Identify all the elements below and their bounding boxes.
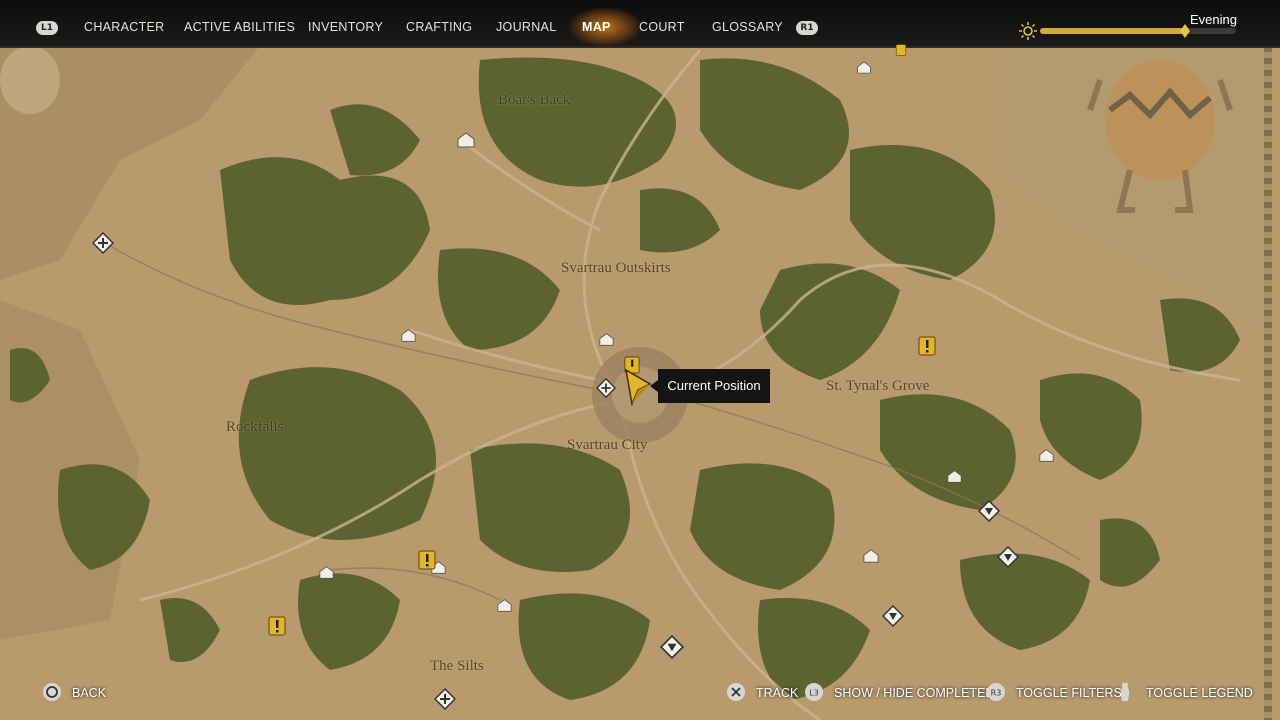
time-of-day-label: Evening — [1190, 12, 1237, 27]
tab-court[interactable]: COURT — [639, 20, 685, 34]
settlement-icon[interactable] — [400, 328, 417, 343]
time-of-day-bar — [1040, 28, 1236, 34]
svg-text:R3: R3 — [991, 689, 1002, 698]
point-of-interest-icon[interactable] — [92, 232, 114, 254]
settlement-icon[interactable] — [496, 598, 513, 613]
point-of-interest-icon[interactable] — [997, 546, 1019, 568]
r3-button-icon[interactable]: R3 — [986, 682, 1006, 702]
svg-text:L3: L3 — [809, 689, 819, 698]
sun-icon — [1019, 22, 1037, 40]
l3-button-icon[interactable]: L3 — [804, 682, 824, 702]
point-of-interest-icon[interactable] — [660, 635, 684, 659]
quest-marker-icon[interactable] — [418, 550, 436, 570]
quest-marker-icon[interactable] — [893, 44, 909, 56]
toggle-legend-hint[interactable]: TOGGLE LEGEND — [1146, 686, 1253, 700]
region-label-the-silts: The Silts — [430, 658, 484, 674]
time-of-day-fill — [1040, 28, 1186, 34]
quest-marker-icon[interactable] — [268, 616, 286, 636]
map-border-decoration — [1264, 46, 1272, 720]
back-hint[interactable]: BACK — [72, 686, 106, 700]
point-of-interest-icon[interactable] — [596, 378, 616, 398]
circle-button-icon[interactable] — [42, 682, 62, 702]
tab-glossary[interactable]: GLOSSARY — [712, 20, 783, 34]
region-label-svartrau-outskirts: Svartrau Outskirts — [561, 260, 671, 276]
point-of-interest-icon[interactable] — [978, 500, 1000, 522]
tab-journal[interactable]: JOURNAL — [496, 20, 556, 34]
settlement-icon[interactable] — [860, 548, 882, 564]
region-label-boars-back: Boar's Back — [498, 92, 571, 108]
region-label-svartrau-city: Svartrau City — [567, 437, 648, 453]
tab-crafting[interactable]: CRAFTING — [406, 20, 472, 34]
track-hint[interactable]: TRACK — [756, 686, 798, 700]
settlement-icon[interactable] — [456, 131, 476, 149]
settlement-icon[interactable] — [856, 60, 872, 75]
tab-inventory[interactable]: INVENTORY — [308, 20, 383, 34]
settlement-icon[interactable] — [946, 469, 963, 484]
quest-marker-icon[interactable] — [918, 336, 936, 356]
l1-bumper-icon[interactable]: L1 — [36, 21, 58, 35]
world-map[interactable] — [0, 0, 1280, 720]
cross-button-icon[interactable] — [726, 682, 746, 702]
tab-character[interactable]: CHARACTER — [84, 20, 164, 34]
tab-map[interactable]: MAP — [582, 20, 611, 34]
point-of-interest-icon[interactable] — [882, 605, 904, 627]
r1-bumper-icon[interactable]: R1 — [796, 21, 818, 35]
settlement-icon[interactable] — [318, 565, 335, 580]
region-label-rockfalls: Rockfalls — [226, 419, 284, 435]
tab-active-abilities[interactable]: ACTIVE ABILITIES — [184, 20, 295, 34]
show-hide-completed-hint[interactable]: SHOW / HIDE COMPLETED — [834, 686, 994, 700]
time-marker-icon — [1180, 24, 1190, 38]
settlement-icon[interactable] — [598, 332, 615, 347]
region-label-st-tynals-grove: St. Tynal's Grove — [826, 378, 930, 394]
current-position-tooltip: Current Position — [650, 369, 770, 403]
toggle-filters-hint[interactable]: TOGGLE FILTERS — [1016, 686, 1122, 700]
settlement-icon[interactable] — [1038, 448, 1055, 463]
point-of-interest-icon[interactable] — [434, 688, 456, 710]
touchpad-button-icon[interactable] — [1118, 682, 1132, 702]
